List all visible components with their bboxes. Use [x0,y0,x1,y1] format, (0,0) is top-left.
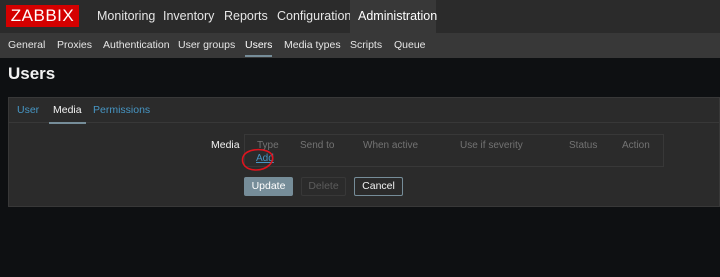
menu-administration[interactable]: Administration [350,0,437,33]
submenu-user-groups[interactable]: User groups [178,33,235,58]
menu-reports[interactable]: Reports [224,0,268,33]
cancel-button[interactable]: Cancel [354,177,403,196]
sub-navigation: General Proxies Authentication User grou… [0,33,720,58]
column-type: Type [257,140,279,151]
submenu-queue[interactable]: Queue [394,33,426,58]
user-tabs: User Media Permissions [9,98,720,124]
submenu-media-types[interactable]: Media types [284,33,341,58]
menu-configuration[interactable]: Configuration [277,0,351,33]
update-button[interactable]: Update [244,177,293,196]
delete-button: Delete [301,177,346,196]
column-status: Status [569,140,598,151]
column-when-active: When active [363,140,419,151]
submenu-users[interactable]: Users [245,33,273,58]
menu-monitoring[interactable]: Monitoring [97,0,155,33]
column-use-if-severity: Use if severity [460,140,523,151]
tab-permissions[interactable]: Permissions [93,98,150,123]
zabbix-logo[interactable]: ZABBIX [6,5,79,27]
menu-inventory[interactable]: Inventory [163,0,214,33]
user-form-panel: User Media Permissions Media Type Send t… [8,97,720,207]
column-send-to: Send to [300,140,335,151]
column-action: Action [622,140,650,151]
tab-user[interactable]: User [17,98,39,123]
media-table: Type Send to When active Use if severity… [244,134,664,167]
add-media-link[interactable]: Add [256,153,274,164]
submenu-scripts[interactable]: Scripts [350,33,382,58]
top-navigation: ZABBIX Monitoring Inventory Reports Conf… [0,0,720,33]
tab-media[interactable]: Media [49,98,86,124]
page-title: Users [8,64,56,83]
submenu-general[interactable]: General [8,33,45,58]
submenu-proxies[interactable]: Proxies [57,33,92,58]
submenu-authentication[interactable]: Authentication [103,33,170,58]
media-field-label: Media [211,139,240,151]
